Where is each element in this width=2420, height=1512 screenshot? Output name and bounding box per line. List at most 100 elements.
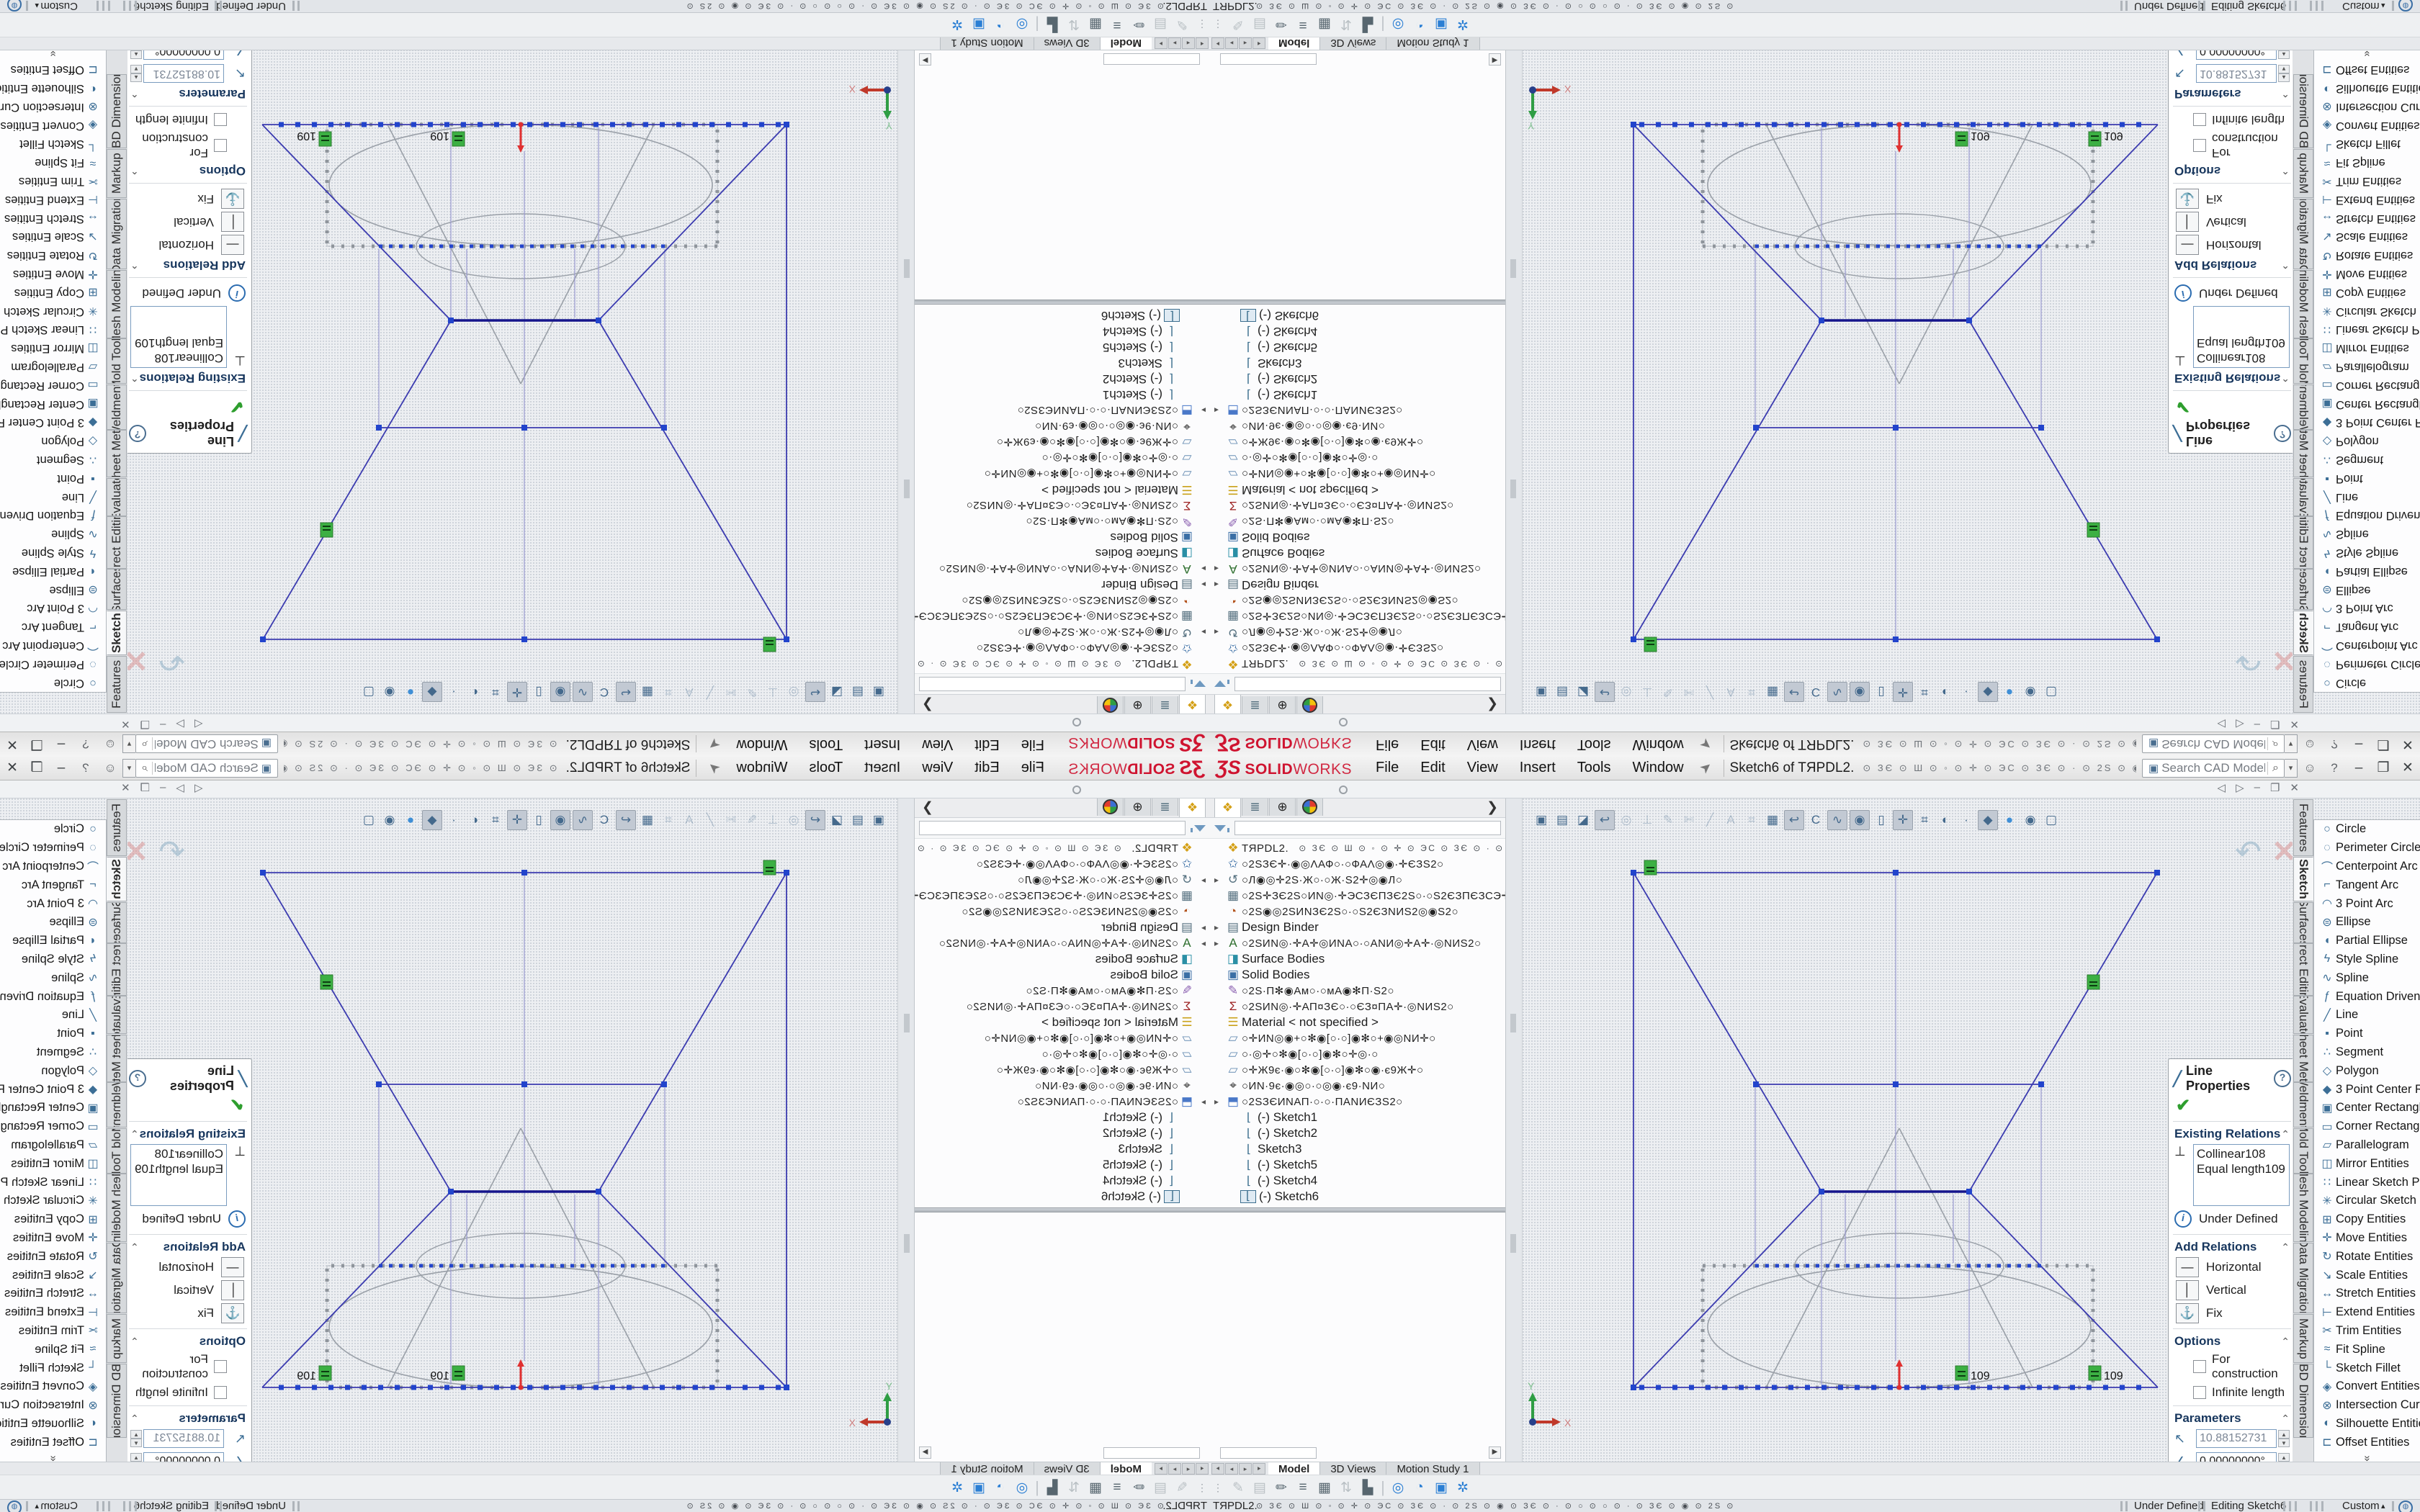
tool-perimeter-circle[interactable]: ◌Perimeter Circle [2314,839,2420,858]
tree-item[interactable]: ▦○2Ѕ✛ЗЄ2Ѕ○ИN◎·✛ЭСЗЄПЗЄ2Ѕ○·○Ѕ2ЄЗПЄЗСЭ✛·◎N… [1210,888,1505,904]
pm-ok-button[interactable]: ✔ [2169,1095,2295,1117]
section-existing-relations[interactable]: Existing Relations⌃ [2169,369,2295,387]
headsup-icon[interactable]: ∿ [1827,682,1847,702]
bottom-toolbar-icon[interactable]: ◔ [1409,17,1430,32]
tool-corner-rectangle[interactable]: ▭Corner Rectangle [0,1117,106,1136]
tree-item[interactable]: ⌊(-) Sketch6 [1210,307,1505,323]
tool-convert-entities[interactable]: ◈Convert Entities [0,1377,106,1396]
tab-nav-button[interactable]: ⯈ [1155,37,1168,49]
headsup-icon[interactable]: ◐ [1936,683,1955,701]
tool-partial-ellipse[interactable]: ◖Partial Ellipse [0,932,106,950]
section-parameters[interactable]: Parameters⌃ [2169,1410,2295,1427]
bottom-toolbar-icon[interactable]: ✏ [1128,17,1150,33]
headsup-icon[interactable]: C [1806,683,1825,701]
menu-edit[interactable]: Edit [1410,756,1456,780]
section-options[interactable]: Options⌃ [2169,1333,2295,1350]
tab-nav-button[interactable]: ◂ [1225,37,1238,49]
expander-icon[interactable]: ▸ [1214,1097,1224,1107]
tool-style-spline[interactable]: ϟStyle Spline [2314,950,2420,969]
checkbox[interactable] [214,113,227,126]
tool-equation-driven-curve[interactable]: ƒEquation Driven Curve [0,506,106,525]
cm-tab-features[interactable]: Features [107,656,127,713]
headsup-icon[interactable]: ◉ [380,683,399,701]
tool-copy-entities[interactable]: ⊞Copy Entities [2314,1210,2420,1229]
checkbox[interactable] [214,1386,227,1399]
tree-item[interactable]: ⌊(-) Sketch5 [915,1157,1210,1173]
fm-tab-configurationmanager[interactable]: ≣ [1242,696,1268,715]
headsup-icon[interactable]: ◉ [2021,683,2040,701]
tree-item[interactable]: ▸↺○Л◉◎✛2Ѕ·Ж○·○Ж·Ѕ2✛◎◉Л○ [915,624,1210,640]
tool-ellipse[interactable]: ⊜Ellipse [2314,580,2420,599]
search-icon[interactable]: ⌕ [2267,762,2279,775]
fm-tab-dimxpertmanager[interactable]: ⊕ [1269,797,1296,816]
headsup-icon[interactable]: ╱ [1700,683,1719,701]
cm-tab-mold-tools[interactable]: Mold Tools [2293,1128,2313,1174]
tab-nav-button[interactable]: ▸ [1168,37,1181,49]
tool-rotate-entities[interactable]: ↻Rotate Entities [2314,246,2420,265]
section-add-relations[interactable]: Add Relations⌃ [125,256,251,274]
fm-tab-configurationmanager[interactable]: ≣ [1242,797,1268,816]
tree-item[interactable]: ⌊(-) Sketch5 [1210,339,1505,355]
tool-circle[interactable]: ○Circle [2314,820,2420,839]
section-parameters[interactable]: Parameters⌃ [125,85,251,102]
tool-sketch-fillet[interactable]: └Sketch Fillet [2314,1359,2420,1377]
bottom-toolbar-icon[interactable]: ⇅ [1335,1480,1357,1496]
tool-equation-driven-curve[interactable]: ƒEquation Driven Curve [2314,987,2420,1006]
headsup-icon[interactable]: ✄ [722,811,740,829]
tool-tangent-arc[interactable]: ⌐Tangent Arc [0,618,106,636]
tool-spline[interactable]: ∿Spline [0,525,106,544]
help-icon[interactable]: ? [2322,732,2347,756]
fm-tab-configurationmanager[interactable]: ≣ [1152,797,1178,816]
cm-tab-evaluate[interactable]: Evaluate [2293,996,2313,1034]
cm-tab-markup[interactable]: Markup [107,1314,127,1363]
spinner[interactable]: ▲▼ [2278,65,2290,82]
cm-tab-surfaces[interactable]: Surfaces [107,569,127,610]
child-window-button[interactable]: ◁ [194,718,203,731]
tree-item[interactable]: ❖TЯPDL2.⊙ ЗЄ ⊙ Ш ⊙ ◦ ⊙ ✛ ⊙ ЭС ⊙ ЗЄ ⊙ · ⊙… [915,840,1210,856]
tool-3-point-center-recta-[interactable]: ◆3 Point Center Recta... [0,1080,106,1099]
doc-tab-motion-study-1[interactable]: Motion Study 1 [1386,37,1479,50]
tool-parallelogram[interactable]: ▱Parallelogram [2314,358,2420,377]
tree-item[interactable]: ⌊(-) Sketch6 [1210,1189,1505,1205]
tool-centerpoint-arc[interactable]: ⌒Centerpoint Arc [2314,858,2420,876]
fm-tab-featuremanager[interactable]: ❖ [1214,695,1241,715]
more-tools-chevron[interactable]: » [47,40,59,107]
tool-centerpoint-arc[interactable]: ⌒Centerpoint Arc [2314,636,2420,655]
panel-splitter[interactable] [897,50,915,714]
tree-item[interactable]: ▣Solid Bodies [1210,529,1505,545]
tool-spline[interactable]: ∿Spline [2314,525,2420,544]
section-add-relations[interactable]: Add Relations⌃ [125,1238,251,1256]
headsup-icon[interactable]: ◉ [380,811,399,829]
tree-item[interactable]: ⌊(-) Sketch1 [915,387,1210,402]
tree-item[interactable]: ⌊(-) Sketch4 [915,1173,1210,1189]
checkbox[interactable] [2193,139,2206,152]
tool-center-rectangle[interactable]: ▣Center Rectangle [2314,395,2420,413]
tab-nav-button[interactable]: ◂ [1182,1463,1195,1475]
globe-icon[interactable]: ◍ [7,1500,22,1512]
menu-file[interactable]: File [1010,732,1055,756]
add-relation-vertical[interactable]: │Vertical [125,210,251,233]
headsup-icon[interactable]: ◆ [1978,810,1998,830]
headsup-icon[interactable]: ✄ [1680,683,1698,701]
section-add-relations[interactable]: Add Relations⌃ [2169,1238,2295,1256]
tree-item[interactable]: ◔○2Ѕ◉◎2ЅИNЗЄ2Ѕ○·○Ѕ2ЄЗNИЅ2◎◉Ѕ2○ [915,904,1210,919]
tool-centerpoint-arc[interactable]: ⌒Centerpoint Arc [0,858,106,876]
cm-tab-direct-editing[interactable]: Direct Editing [2293,943,2313,996]
child-window-button[interactable]: ❐ [2270,718,2280,731]
tree-item[interactable]: ◔○2Ѕ◉◎2ЅИNЗЄ2Ѕ○·○Ѕ2ЄЗNИЅ2◎◉Ѕ2○ [1210,904,1505,919]
search-input[interactable]: ▣ Search CAD Models ⌕ [2142,735,2285,754]
close-button[interactable]: ✕ [0,756,24,780]
child-window-button[interactable]: ▷ [176,718,184,731]
pm-ok-button[interactable]: ✔ [125,1095,251,1117]
headsup-icon[interactable]: ▦ [1763,811,1782,829]
headsup-icon[interactable]: ✛ [1893,682,1913,702]
help-icon[interactable]: ? [73,756,98,780]
bottom-toolbar-icon[interactable]: ✎ [1171,17,1193,33]
child-window-button[interactable]: – [160,781,166,794]
tool-scale-entities[interactable]: ↘Scale Entities [2314,1266,2420,1284]
tool-linear-sketch-pattern[interactable]: ∷Linear Sketch Pattern [0,320,106,339]
child-window-button[interactable]: ❐ [2270,781,2280,794]
tool-ellipse[interactable]: ⊜Ellipse [0,580,106,599]
menu-view[interactable]: View [911,756,964,780]
bottom-toolbar-icon[interactable]: ◔ [1409,1480,1430,1495]
